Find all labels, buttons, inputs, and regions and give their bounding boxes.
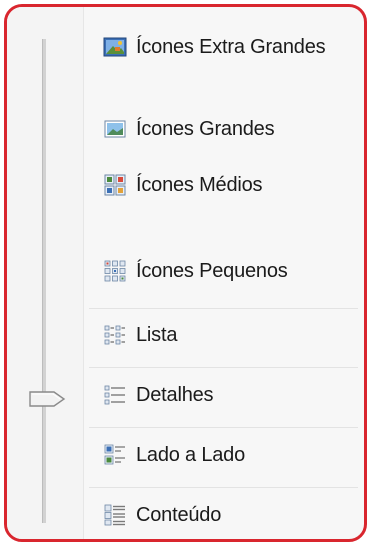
menu-item-medium-icons[interactable]: Ícones Médios xyxy=(85,163,364,207)
menu-item-label: Conteúdo xyxy=(136,503,222,526)
slider-track[interactable] xyxy=(42,39,46,523)
menu-item-label: Lista xyxy=(136,323,178,346)
separator xyxy=(89,367,358,368)
slider-thumb[interactable] xyxy=(28,390,68,408)
menu-item-label: Ícones Médios xyxy=(136,173,263,196)
content-icon xyxy=(103,503,127,527)
separator xyxy=(89,487,358,488)
menu-item-small-icons[interactable]: Ícones Pequenos xyxy=(85,249,364,293)
view-size-slider[interactable] xyxy=(7,7,84,539)
menu-item-extra-large-icons[interactable]: Ícones Extra Grandes xyxy=(85,25,364,69)
menu-item-label: Lado a Lado xyxy=(136,443,246,466)
small-icons-icon xyxy=(103,259,127,283)
large-icons-icon xyxy=(103,117,127,141)
menu-item-label: Ícones Grandes xyxy=(136,117,275,140)
view-options-menu: Ícones Extra Grandes Ícones Grandes Ícon… xyxy=(4,4,367,542)
separator xyxy=(89,308,358,309)
medium-icons-icon xyxy=(103,173,127,197)
list-icon xyxy=(103,323,127,347)
extra-large-icons-icon xyxy=(103,35,127,59)
details-icon xyxy=(103,383,127,407)
menu-item-label: Detalhes xyxy=(136,383,214,406)
menu-item-content[interactable]: Conteúdo xyxy=(85,493,364,537)
menu-item-list[interactable]: Lista xyxy=(85,313,364,357)
tiles-icon xyxy=(103,443,127,467)
menu-item-large-icons[interactable]: Ícones Grandes xyxy=(85,107,364,151)
menu-item-tiles[interactable]: Lado a Lado xyxy=(85,433,364,477)
menu-item-details[interactable]: Detalhes xyxy=(85,373,364,417)
separator xyxy=(89,427,358,428)
menu-item-label: Ícones Extra Grandes xyxy=(136,35,326,58)
menu-item-label: Ícones Pequenos xyxy=(136,259,288,282)
